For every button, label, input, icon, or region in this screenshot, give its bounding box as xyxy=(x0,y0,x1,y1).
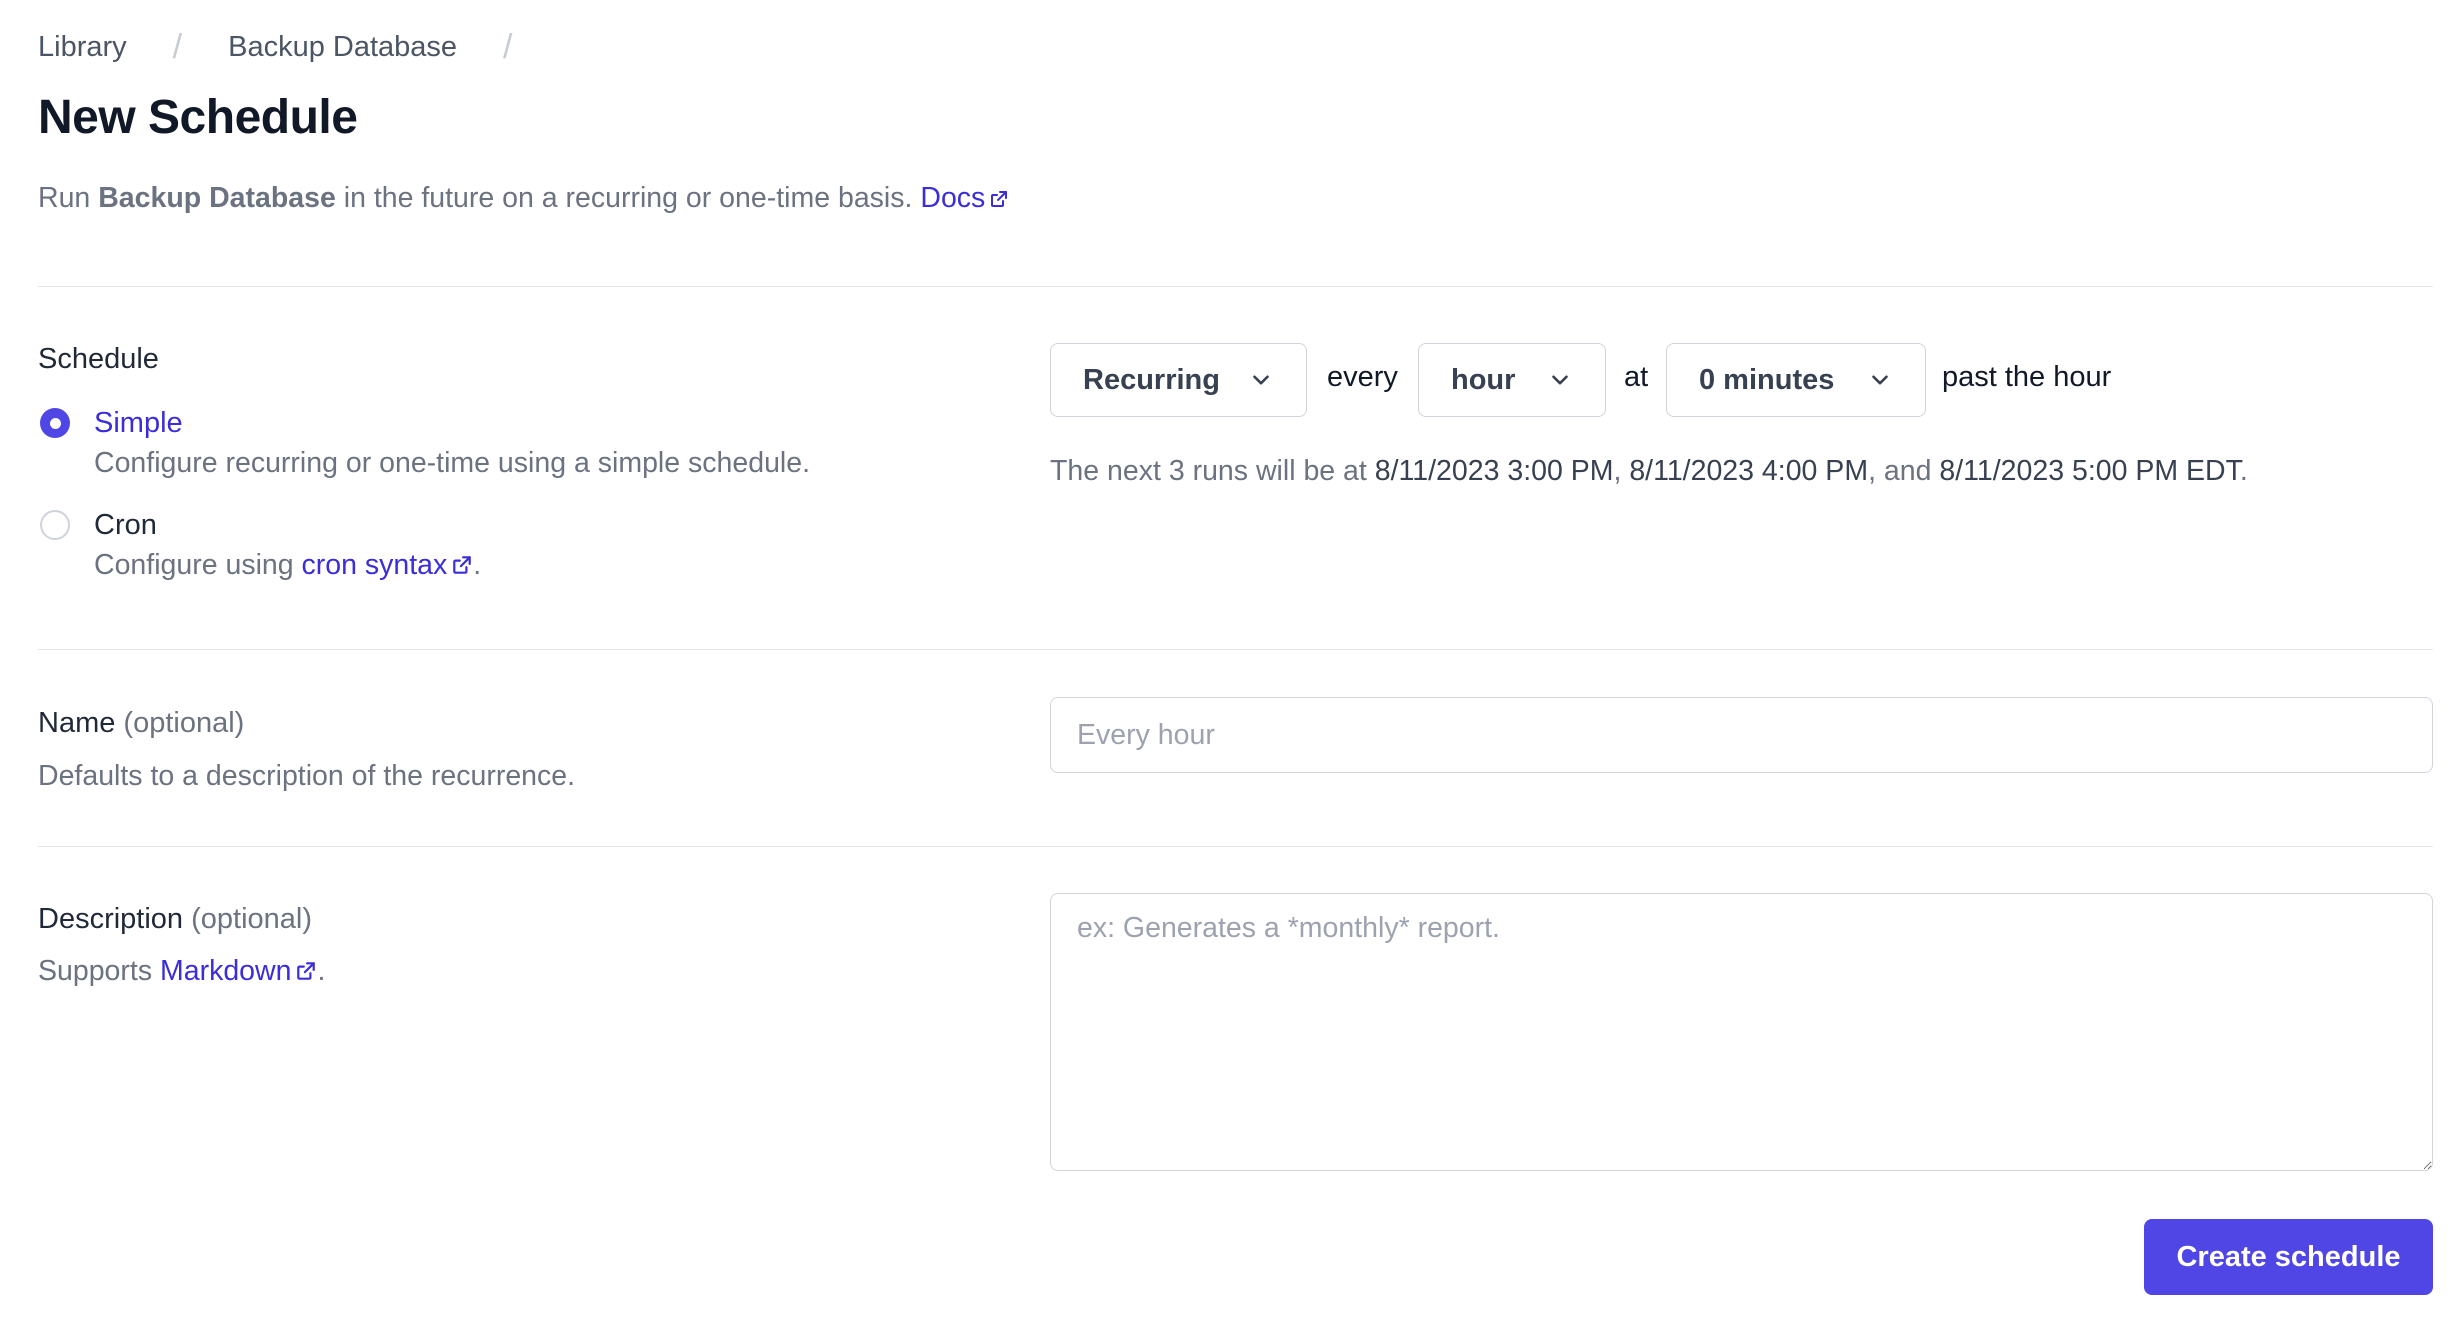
name-label-text: Name xyxy=(38,707,116,739)
breadcrumb-separator: / xyxy=(172,28,183,66)
next-runs-prefix: The next 3 runs will be at xyxy=(1050,455,1375,487)
page-title: New Schedule xyxy=(38,91,358,144)
schedule-type-select[interactable]: Recurring xyxy=(1050,343,1307,417)
next-runs-separator: , xyxy=(1613,455,1630,487)
breadcrumb-backup-database[interactable]: Backup Database xyxy=(228,31,457,64)
chevron-down-icon xyxy=(1253,375,1269,385)
description-label-text: Description xyxy=(38,903,184,935)
cron-syntax-link-label: cron syntax xyxy=(301,549,448,581)
description-helper-prefix: Supports xyxy=(38,955,160,987)
next-run-3: 8/11/2023 5:00 PM EDT xyxy=(1939,455,2240,487)
external-link-icon xyxy=(297,962,316,980)
schedule-label: Schedule xyxy=(38,343,159,375)
radio-option-cron[interactable]: Cron Configure using cron syntax. xyxy=(40,507,481,583)
simple-radio-label[interactable]: Simple xyxy=(94,405,810,441)
subtitle-task-name: Backup Database xyxy=(98,182,336,214)
at-text: at xyxy=(1624,361,1649,393)
next-runs-summary: The next 3 runs will be at 8/11/2023 3:0… xyxy=(1050,455,2248,488)
markdown-link[interactable]: Markdown xyxy=(160,955,317,987)
breadcrumb-separator: / xyxy=(503,28,513,66)
cron-radio-label[interactable]: Cron xyxy=(94,507,481,543)
cron-description-suffix: . xyxy=(473,549,482,581)
name-label: Name (optional) xyxy=(38,707,244,740)
chevron-down-icon xyxy=(1552,375,1568,385)
simple-radio-description: Configure recurring or one-time using a … xyxy=(94,447,811,479)
next-runs-suffix: . xyxy=(2239,455,2248,487)
cron-radio-description: Configure using cron syntax. xyxy=(94,547,481,583)
markdown-link-label: Markdown xyxy=(160,955,292,987)
cron-description-prefix: Configure using xyxy=(94,549,302,581)
external-link-icon xyxy=(453,556,472,574)
interval-value: hour xyxy=(1451,363,1516,396)
subtitle-prefix: Run xyxy=(38,182,99,214)
description-optional-tag: (optional) xyxy=(191,903,313,935)
minute-select[interactable]: 0 minutes xyxy=(1666,343,1926,417)
docs-link-label: Docs xyxy=(920,182,986,214)
simple-radio[interactable] xyxy=(40,408,70,438)
description-textarea[interactable] xyxy=(1050,893,2433,1171)
subtitle-suffix: in the future on a recurring or one-time… xyxy=(335,182,921,214)
name-helper-text: Defaults to a description of the recurre… xyxy=(38,760,576,792)
cron-syntax-link[interactable]: cron syntax xyxy=(302,549,474,581)
section-divider xyxy=(38,846,2433,847)
breadcrumb: Library / Backup Database / xyxy=(38,28,559,67)
description-label: Description (optional) xyxy=(38,903,312,936)
radio-option-simple[interactable]: Simple Configure recurring or one-time u… xyxy=(40,405,810,481)
section-divider xyxy=(38,286,2433,287)
past-the-hour-text: past the hour xyxy=(1942,361,2112,393)
next-run-2: 8/11/2023 4:00 PM xyxy=(1629,455,1869,487)
schedule-type-value: Recurring xyxy=(1083,363,1220,396)
interval-select[interactable]: hour xyxy=(1418,343,1606,417)
section-divider xyxy=(38,649,2433,650)
chevron-down-icon xyxy=(1872,375,1888,385)
name-input[interactable] xyxy=(1050,697,2433,773)
create-schedule-button[interactable]: Create schedule xyxy=(2144,1219,2433,1295)
minute-value: 0 minutes xyxy=(1699,363,1835,396)
breadcrumb-library[interactable]: Library xyxy=(38,31,127,64)
page-subtitle: Run Backup Database in the future on a r… xyxy=(38,182,1009,215)
description-helper-suffix: . xyxy=(317,955,326,987)
new-schedule-page: Library / Backup Database / New Schedule… xyxy=(0,0,2462,1320)
name-optional-tag: (optional) xyxy=(123,707,245,739)
every-text: every xyxy=(1327,361,1398,393)
cron-radio[interactable] xyxy=(40,510,70,540)
next-runs-separator: , and xyxy=(1868,455,1940,487)
docs-link[interactable]: Docs xyxy=(920,182,1009,214)
external-link-icon xyxy=(991,191,1008,207)
description-helper-text: Supports Markdown. xyxy=(38,955,325,988)
next-run-1: 8/11/2023 3:00 PM xyxy=(1374,455,1614,487)
